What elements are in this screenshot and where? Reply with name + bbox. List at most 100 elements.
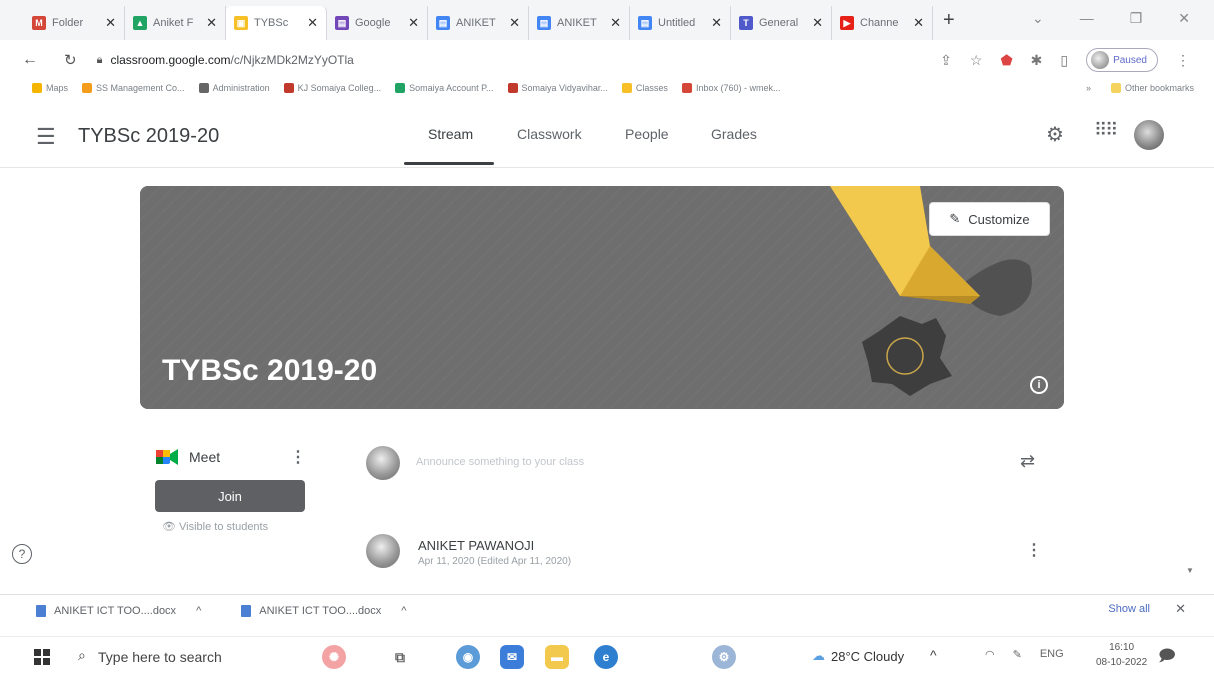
eye-icon: 👁︎: [162, 521, 176, 533]
close-tab-icon[interactable]: ✕: [509, 15, 520, 31]
close-tab-icon[interactable]: ✕: [105, 15, 116, 31]
post-more-options-icon[interactable]: ⋮: [1026, 540, 1042, 560]
meet-more-options-icon[interactable]: ⋮: [290, 447, 306, 467]
close-tab-icon[interactable]: ✕: [408, 15, 419, 31]
close-tab-icon[interactable]: ✕: [610, 15, 621, 31]
announce-input[interactable]: Announce something to your class: [416, 456, 584, 468]
notifications-icon[interactable]: 🗩︎: [1158, 645, 1176, 672]
bookmark-item[interactable]: Classes: [621, 83, 668, 93]
taskbar-clock[interactable]: 16:10 08-10-2022: [1096, 640, 1147, 670]
download-item[interactable]: ANIKET ICT TOO....docx ^: [241, 604, 406, 617]
close-tab-icon[interactable]: ✕: [812, 15, 823, 31]
browser-tab[interactable]: ▤ Untitled ✕: [630, 6, 731, 40]
url-path: /c/NjkzMDk2MzYyOTla: [230, 53, 354, 67]
tab-classwork[interactable]: Classwork: [517, 126, 582, 142]
bookmark-item[interactable]: Inbox (760) - wmek...: [681, 83, 781, 93]
tab-search-icon[interactable]: ⌄: [1032, 10, 1044, 27]
bookmark-label: Maps: [46, 83, 69, 93]
browser-tab[interactable]: ▲ Aniket F ✕: [125, 6, 226, 40]
bookmark-label: Inbox (760) - wmek...: [695, 83, 781, 93]
url-field[interactable]: classroom.google.com/c/NjkzMDk2MzYyOTla: [110, 53, 353, 67]
close-tab-icon[interactable]: ✕: [711, 15, 722, 31]
class-title[interactable]: TYBSc 2019-20: [78, 125, 219, 148]
browser-tab[interactable]: ▤ ANIKET ✕: [529, 6, 630, 40]
bookmark-star-icon[interactable]: ☆: [970, 52, 983, 69]
bookmark-item[interactable]: SS Management Co...: [82, 83, 185, 93]
wifi-icon[interactable]: ◠: [985, 648, 995, 661]
bookmark-item[interactable]: Maps: [32, 83, 68, 93]
download-item[interactable]: ANIKET ICT TOO....docx ^: [36, 604, 201, 617]
language-indicator[interactable]: ENG: [1040, 648, 1064, 661]
scroll-down-arrow-icon[interactable]: ▼: [1186, 566, 1194, 575]
bookmark-item[interactable]: Somaiya Vidyavihar...: [507, 83, 608, 93]
task-view-icon[interactable]: ⧉: [388, 645, 412, 669]
weather-widget[interactable]: ☁ 28°C Cloudy: [812, 648, 904, 664]
minimize-button[interactable]: —: [1080, 10, 1094, 27]
profile-paused-button[interactable]: Paused: [1086, 48, 1158, 72]
download-filename: ANIKET ICT TOO....docx: [54, 604, 177, 617]
browser-tab[interactable]: ▶ Channe ✕: [832, 6, 933, 40]
other-bookmarks-folder[interactable]: Other bookmarks: [1110, 83, 1194, 93]
youtube-icon: ▶: [840, 16, 854, 30]
class-settings-gear-icon[interactable]: ⚙: [1046, 122, 1064, 147]
extensions-puzzle-icon[interactable]: ✱: [1031, 52, 1043, 69]
edge-taskbar-icon[interactable]: e: [594, 645, 618, 669]
tab-title: Aniket F: [153, 17, 194, 29]
windows-start-icon[interactable]: [34, 649, 50, 665]
extension-shield-icon[interactable]: ⬟: [1000, 52, 1012, 69]
customize-button[interactable]: ✎ Customize: [929, 202, 1050, 236]
google-apps-icon[interactable]: ⠿⠿: [1094, 120, 1118, 141]
bookmark-item[interactable]: Somaiya Account P...: [395, 83, 494, 93]
taskbar-search-input[interactable]: Type here to search: [98, 649, 222, 665]
reload-icon[interactable]: ↻: [64, 51, 77, 69]
browser-tab[interactable]: ▤ Google ✕: [327, 6, 428, 40]
browser-tab[interactable]: ▤ ANIKET ✕: [428, 6, 529, 40]
bookmark-item[interactable]: Administration: [198, 83, 270, 93]
clock-time: 16:10: [1109, 642, 1135, 653]
chrome-taskbar-icon[interactable]: ◉: [456, 645, 480, 669]
account-avatar[interactable]: [1134, 120, 1164, 150]
visible-to-students-note: 👁︎ Visible to students: [162, 520, 268, 533]
search-highlight-octopus-icon[interactable]: ✺: [322, 645, 346, 669]
tab-stream[interactable]: Stream: [428, 126, 473, 142]
help-icon[interactable]: ?: [12, 544, 32, 564]
visible-note-label: Visible to students: [179, 521, 269, 533]
browser-menu-icon[interactable]: ⋮: [1176, 52, 1190, 69]
tabs-container: M Folder ✕ ▲ Aniket F ✕ ▣ TYBSc ✕ ▤ Google ✕ ▤ ANIKET…: [24, 0, 933, 40]
close-tab-icon[interactable]: ✕: [913, 15, 924, 31]
bookmark-label: Classes: [635, 83, 668, 93]
bookmark-item[interactable]: KJ Somaiya Colleg...: [283, 83, 381, 93]
mail-taskbar-icon[interactable]: ✉: [500, 645, 524, 669]
close-window-button[interactable]: ✕: [1178, 10, 1190, 27]
browser-tab[interactable]: T General ✕: [731, 6, 832, 40]
file-explorer-icon[interactable]: ▬: [545, 645, 569, 669]
tab-grades[interactable]: Grades: [711, 126, 757, 142]
forms-icon: ▤: [335, 16, 349, 30]
side-panel-icon[interactable]: ▯: [1060, 52, 1068, 69]
tab-title: General: [759, 17, 799, 29]
chevron-up-icon[interactable]: ^: [196, 605, 201, 617]
close-tab-icon[interactable]: ✕: [206, 15, 217, 31]
bookmarks-overflow-icon[interactable]: »: [1086, 83, 1091, 93]
class-info-icon[interactable]: i: [1030, 376, 1048, 394]
close-downloads-icon[interactable]: ✕: [1175, 601, 1186, 617]
share-icon[interactable]: ⇪: [940, 52, 952, 69]
reuse-post-icon[interactable]: ⇄: [1020, 451, 1035, 472]
restore-button[interactable]: ❐: [1130, 10, 1143, 27]
settings-taskbar-icon[interactable]: ⚙: [712, 645, 736, 669]
classroom-icon: ▣: [234, 16, 248, 30]
new-tab-button[interactable]: +: [943, 9, 955, 32]
word-doc-icon: [36, 604, 46, 617]
back-icon[interactable]: ←: [22, 51, 38, 69]
main-menu-icon[interactable]: ☰: [36, 124, 56, 150]
show-hidden-icons-chevron-icon[interactable]: ^: [930, 647, 937, 663]
pen-icon[interactable]: ✎: [1013, 648, 1022, 661]
show-all-downloads-link[interactable]: Show all: [1108, 603, 1150, 615]
browser-tab[interactable]: M Folder ✕: [24, 6, 125, 40]
browser-tab[interactable]: ▣ TYBSc ✕: [226, 6, 327, 40]
bookmark-favicon-icon: [681, 83, 692, 93]
join-meet-button[interactable]: Join: [155, 480, 305, 512]
chevron-up-icon[interactable]: ^: [401, 605, 406, 617]
tab-people[interactable]: People: [625, 126, 669, 142]
close-tab-icon[interactable]: ✕: [307, 15, 318, 31]
